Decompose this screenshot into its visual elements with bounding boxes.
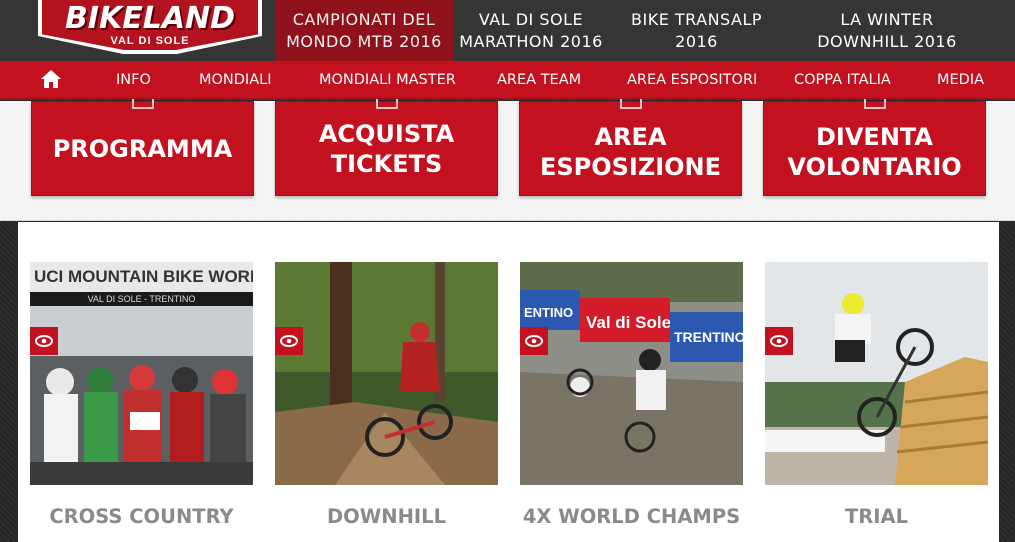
tile-diventa-volontario[interactable]: DIVENTA VOLONTARIO xyxy=(763,99,986,196)
nav-item-coppa-italia[interactable]: COPPA ITALIA xyxy=(794,72,891,88)
event-nav: CAMPIONATI DEL MONDO MTB 2016 VAL DI SOLE… xyxy=(275,0,990,61)
top-header: BIKELAND VAL DI SOLE CAMPIONATI DEL MONDO… xyxy=(0,0,1015,61)
card-image-cross-country[interactable]: UCI MOUNTAIN BIKE WORLD C VAL DI SOLE - … xyxy=(30,262,253,485)
nav-item-area-team[interactable]: AREA TEAM xyxy=(497,72,581,88)
home-icon[interactable] xyxy=(40,69,62,89)
nav-item-media[interactable]: MEDIA xyxy=(937,72,984,88)
event-nav-item-winter-downhill[interactable]: LA WINTER DOWNHILL 2016 xyxy=(784,0,990,61)
logo[interactable]: BIKELAND VAL DI SOLE xyxy=(0,0,275,61)
edit-icon xyxy=(863,99,886,109)
calendar-icon xyxy=(131,99,154,109)
card-title-cross-country[interactable]: CROSS COUNTRY xyxy=(30,505,253,528)
nav-item-info[interactable]: INFO xyxy=(116,72,151,88)
logo-title: BIKELAND xyxy=(64,1,236,36)
sign-text: Val di Sole xyxy=(586,313,671,332)
nav-item-area-espositori[interactable]: AREA ESPOSITORI xyxy=(627,72,757,88)
card-title-4x[interactable]: 4X WORLD CHAMPS xyxy=(520,505,743,528)
eye-icon[interactable] xyxy=(275,327,303,355)
logo-subtitle: VAL DI SOLE xyxy=(110,35,190,47)
event-nav-item-transalp[interactable]: BIKE TRANSALP 2016 xyxy=(609,0,784,61)
card-image-downhill[interactable] xyxy=(275,262,498,485)
sign-text: ENTINO xyxy=(524,305,573,320)
photo-banner-subtext: VAL DI SOLE - TRENTINO xyxy=(30,292,253,306)
main-nav: INFO MONDIALI MONDIALI MASTER AREA TEAM … xyxy=(0,61,1015,100)
eye-icon[interactable] xyxy=(30,327,58,355)
tile-acquista-tickets[interactable]: ACQUISTA TICKETS xyxy=(275,99,498,196)
card-image-4x[interactable]: ENTINO Val di Sole TRENTINO xyxy=(520,262,743,485)
card-title-trial[interactable]: TRIAL xyxy=(765,505,988,528)
tile-area-esposizione[interactable]: AREA ESPOSIZIONE xyxy=(519,99,742,196)
eye-icon[interactable] xyxy=(765,327,793,355)
sign-text: TRENTINO xyxy=(674,329,743,345)
card-title-downhill[interactable]: DOWNHILL xyxy=(275,505,498,528)
nav-item-mondiali-master[interactable]: MONDIALI MASTER xyxy=(319,72,456,88)
edit-icon xyxy=(619,99,642,109)
event-nav-item-marathon[interactable]: VAL DI SOLE MARATHON 2016 xyxy=(453,0,609,61)
tile-programma[interactable]: PROGRAMMA xyxy=(31,99,254,196)
ticket-icon xyxy=(375,99,398,109)
photo-banner-text: UCI MOUNTAIN BIKE WORLD C xyxy=(30,262,253,292)
eye-icon[interactable] xyxy=(520,327,548,355)
card-image-trial[interactable] xyxy=(765,262,988,485)
nav-item-mondiali[interactable]: MONDIALI xyxy=(199,72,272,88)
event-nav-item-mondiali[interactable]: CAMPIONATI DEL MONDO MTB 2016 xyxy=(275,0,453,61)
